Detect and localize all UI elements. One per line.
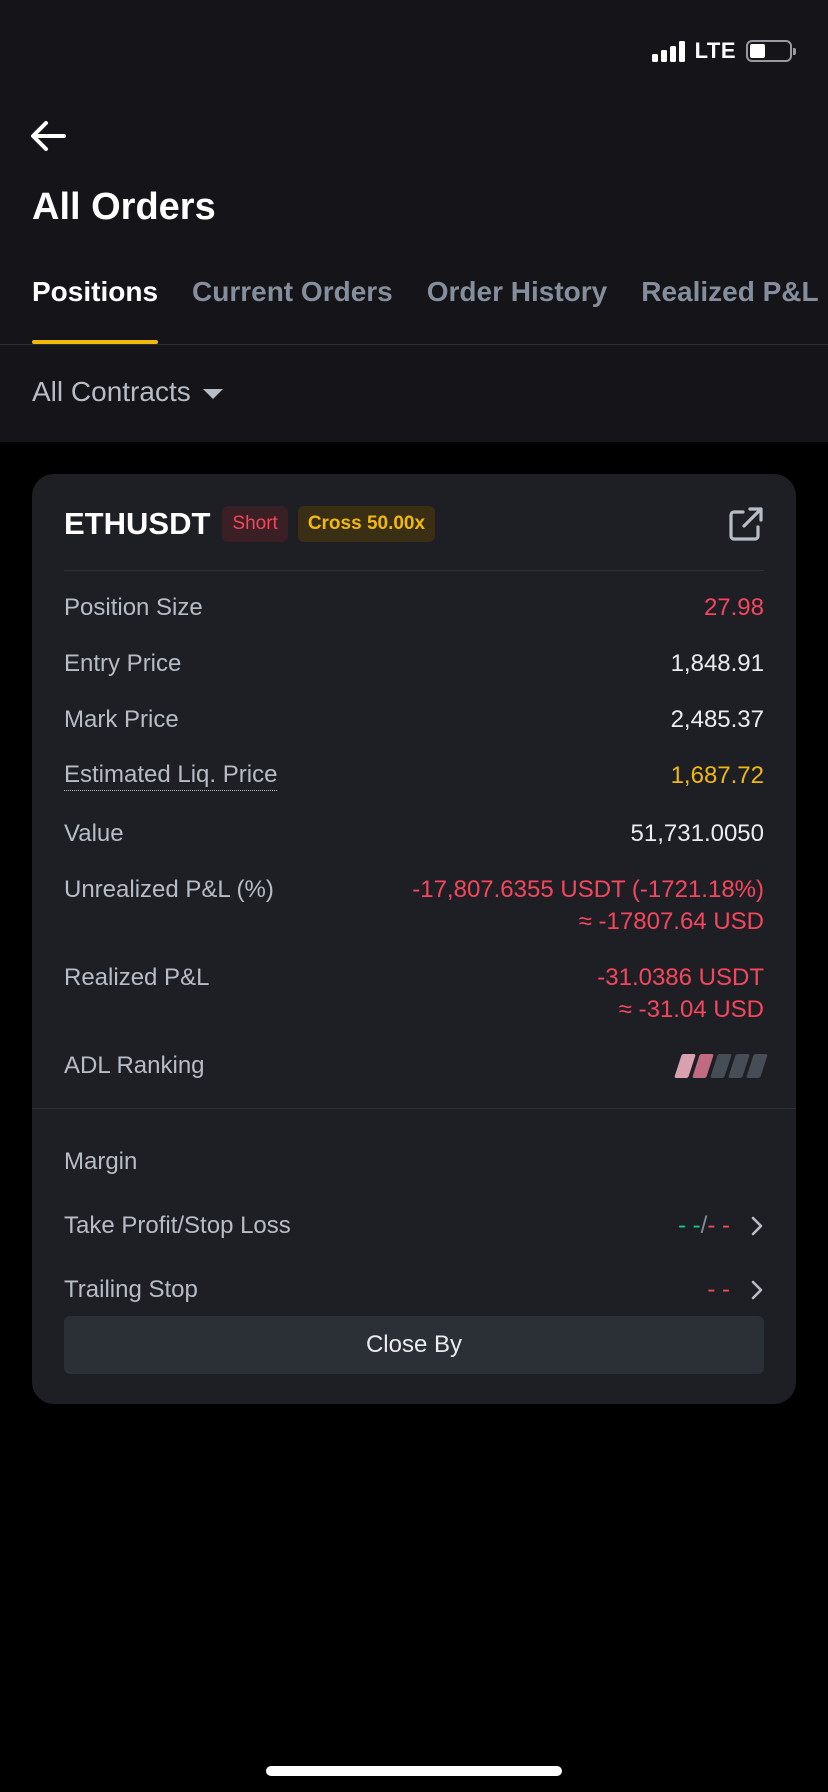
share-icon: [729, 507, 763, 541]
battery-icon: [746, 40, 796, 62]
side-badge: Short: [222, 506, 288, 542]
value-label: Value: [64, 820, 124, 847]
tab-order-history[interactable]: Order History: [427, 270, 608, 344]
mark-price-label: Mark Price: [64, 706, 179, 733]
page-title: All Orders: [32, 186, 216, 228]
unrealized-pnl-values: -17,807.6355 USDT (-1721.18%) ≈ -17807.6…: [412, 874, 764, 938]
divider: [64, 570, 764, 571]
realized-pnl-label: Realized P&L: [64, 964, 210, 991]
tpsl-separator: /: [700, 1212, 708, 1239]
position-details: Position Size 27.98 Entry Price 1,848.91…: [64, 592, 768, 1090]
adl-bar: [746, 1054, 768, 1078]
divider: [32, 1108, 796, 1109]
realized-pnl-value: -31.0386 USDT: [597, 964, 764, 991]
chevron-right-icon: [750, 1279, 764, 1301]
signal-icon: [651, 40, 685, 62]
mark-price-value: 2,485.37: [670, 706, 764, 733]
liq-price-label[interactable]: Estimated Liq. Price: [64, 760, 278, 791]
trailing-stop-label: Trailing Stop: [64, 1276, 198, 1303]
home-indicator[interactable]: [266, 1766, 562, 1776]
realized-pnl-values: -31.0386 USDT ≈ -31.04 USD: [597, 962, 764, 1026]
trailing-stop-row[interactable]: Trailing Stop - -: [64, 1258, 764, 1322]
tab-divider: [0, 344, 828, 345]
value-row: Value 51,731.0050: [64, 818, 764, 874]
tp-value: - -: [678, 1212, 701, 1239]
position-header: ETHUSDT Short Cross 50.00x: [64, 504, 764, 544]
tab-positions[interactable]: Positions: [32, 270, 159, 344]
entry-price-label: Entry Price: [64, 650, 182, 677]
chevron-right-icon: [750, 1215, 764, 1237]
margin-label: Margin: [64, 1148, 138, 1175]
arrow-left-icon: [31, 121, 66, 151]
position-size-label: Position Size: [64, 594, 203, 621]
header-area: LTE All Orders Positions Current Orders …: [0, 0, 828, 442]
status-bar: LTE: [651, 36, 796, 66]
unrealized-pnl-row: Unrealized P&L (%) -17,807.6355 USDT (-1…: [64, 874, 764, 962]
position-card: ETHUSDT Short Cross 50.00x Position Size…: [32, 474, 796, 1404]
entry-price-row: Entry Price 1,848.91: [64, 648, 764, 704]
trailing-stop-value-wrap: - -: [707, 1274, 764, 1306]
unrealized-pnl-label: Unrealized P&L (%): [64, 876, 274, 903]
tpsl-value: - - / - -: [678, 1210, 764, 1242]
adl-row: ADL Ranking: [64, 1050, 768, 1090]
tpsl-label: Take Profit/Stop Loss: [64, 1212, 291, 1239]
entry-price-value: 1,848.91: [670, 650, 764, 677]
realized-pnl-usd: ≈ -31.04 USD: [618, 996, 764, 1023]
margin-row[interactable]: Margin: [64, 1130, 764, 1194]
tab-bar: Positions Current Orders Order History R…: [32, 270, 828, 344]
adl-indicator: [674, 1054, 768, 1078]
filter-label: All Contracts: [32, 376, 191, 407]
realized-pnl-row: Realized P&L -31.0386 USDT ≈ -31.04 USD: [64, 962, 764, 1050]
trailing-stop-value: - -: [707, 1276, 730, 1303]
symbol: ETHUSDT: [64, 506, 211, 541]
adl-label: ADL Ranking: [64, 1052, 205, 1079]
contracts-filter-dropdown[interactable]: All Contracts: [32, 376, 223, 408]
network-type: LTE: [694, 38, 736, 63]
liq-price-value: 1,687.72: [670, 762, 764, 789]
position-actions: Margin Take Profit/Stop Loss - - / - - T…: [64, 1130, 764, 1322]
tab-current-orders[interactable]: Current Orders: [192, 270, 393, 344]
mark-price-row: Mark Price 2,485.37: [64, 704, 764, 760]
tpsl-row[interactable]: Take Profit/Stop Loss - - / - -: [64, 1194, 764, 1258]
back-button[interactable]: [28, 116, 68, 156]
unrealized-pnl-usd: ≈ -17807.64 USD: [578, 908, 764, 935]
liq-price-row: Estimated Liq. Price 1,687.72: [64, 760, 764, 818]
value-value: 51,731.0050: [630, 820, 764, 847]
sl-value: - -: [707, 1212, 730, 1239]
close-by-button[interactable]: Close By: [64, 1316, 764, 1374]
unrealized-pnl-value: -17,807.6355 USDT (-1721.18%): [412, 876, 764, 903]
caret-down-icon: [202, 389, 223, 399]
margin-mode-badge[interactable]: Cross 50.00x: [297, 506, 436, 542]
share-button[interactable]: [726, 504, 766, 544]
tab-realized-pnl[interactable]: Realized P&L: [641, 270, 818, 344]
position-size-row: Position Size 27.98: [64, 592, 764, 648]
position-size-value: 27.98: [703, 594, 764, 621]
